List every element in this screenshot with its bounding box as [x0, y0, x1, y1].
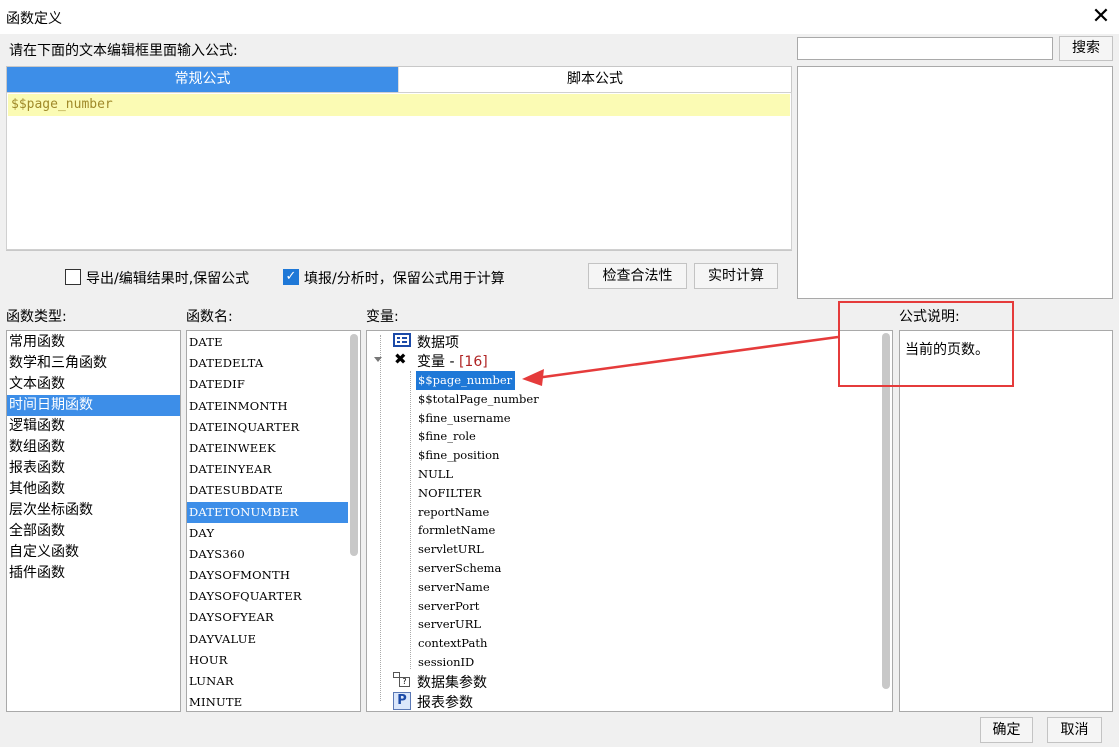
cancel-button[interactable]: 取消 [1047, 717, 1102, 743]
ok-button[interactable]: 确定 [980, 717, 1033, 743]
annotation-arrow [522, 335, 839, 386]
